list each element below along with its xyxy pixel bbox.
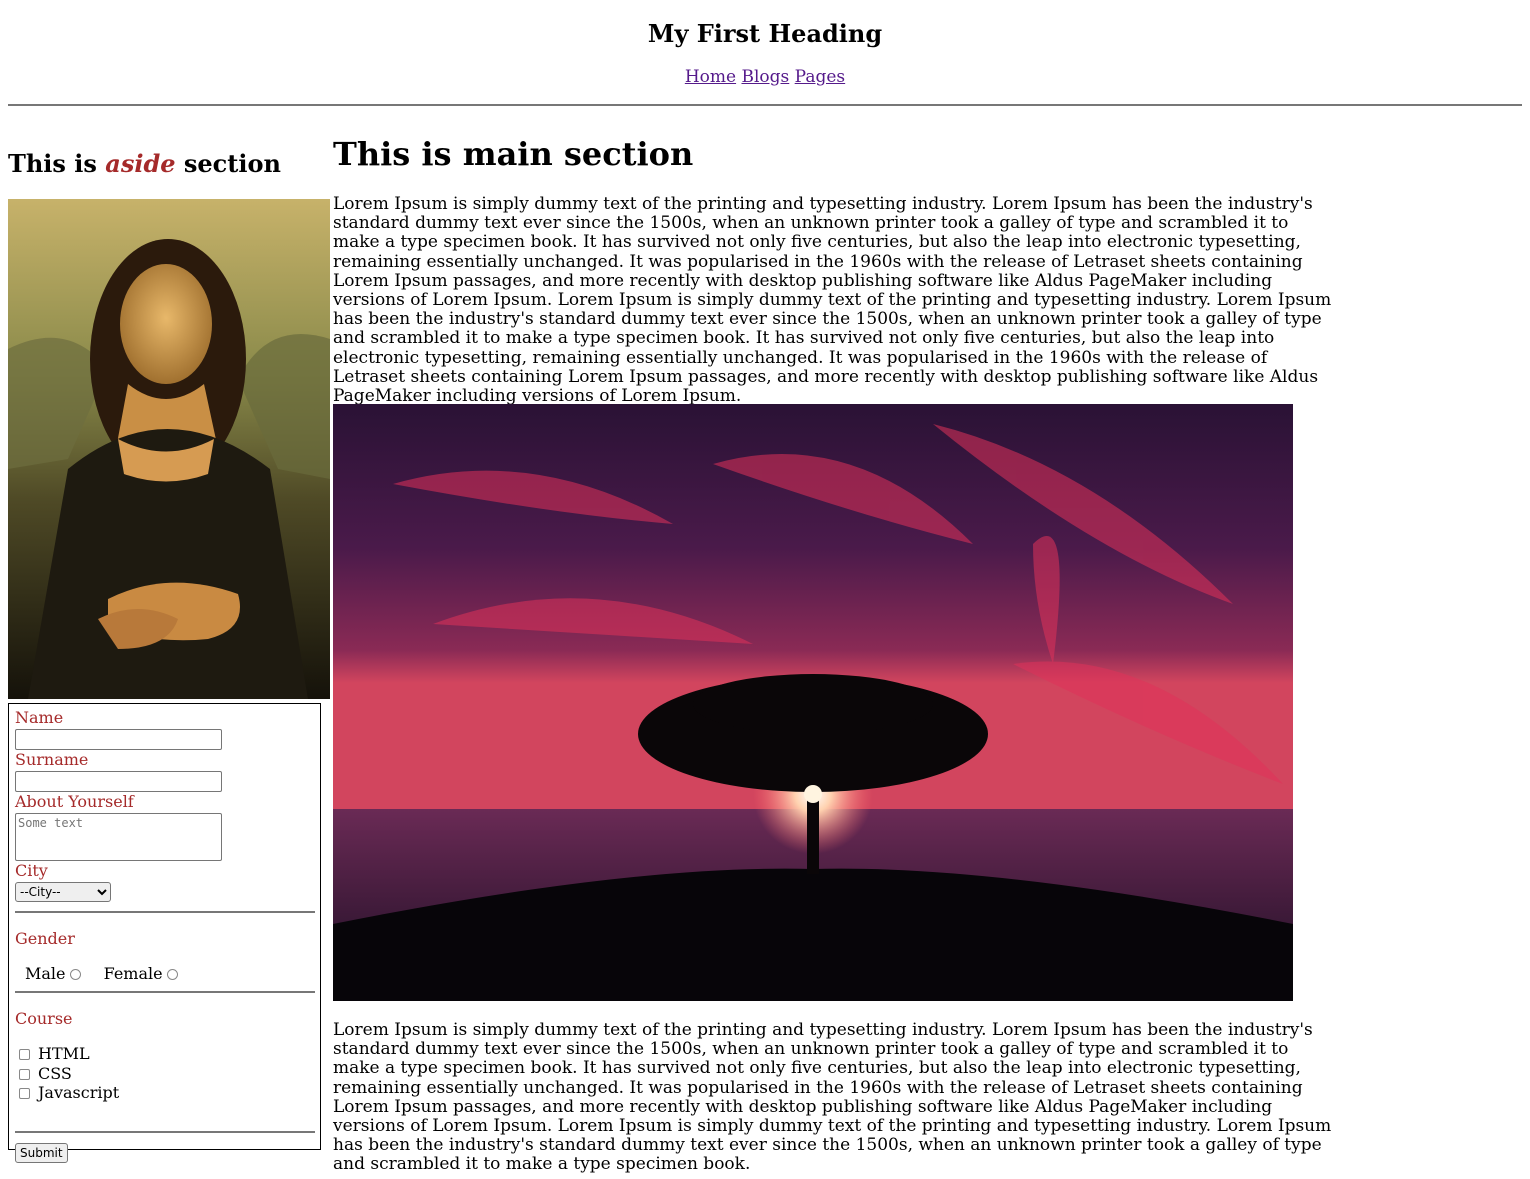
main-section: This is main section Lorem Ipsum is simp… (333, 130, 1338, 1174)
city-select[interactable]: --City-- (15, 882, 111, 902)
aside-heading-prefix: This is (8, 149, 106, 178)
name-label: Name (15, 708, 64, 727)
course-options: HTML CSS Javascript (15, 1044, 314, 1103)
nav-link-home[interactable]: Home (685, 67, 736, 87)
form-divider (15, 991, 315, 993)
gender-female-label: Female (103, 964, 163, 983)
course-css-label: CSS (38, 1063, 72, 1083)
course-label: Course (15, 1009, 73, 1028)
course-html-checkbox[interactable] (19, 1049, 30, 1060)
course-css-checkbox[interactable] (19, 1068, 30, 1080)
mona-lisa-image (8, 199, 330, 699)
course-javascript-checkbox[interactable] (19, 1088, 30, 1099)
main-paragraph-2: Lorem Ipsum is simply dummy text of the … (333, 1020, 1332, 1175)
gender-male-radio[interactable] (69, 969, 81, 980)
header-divider (8, 104, 1522, 106)
page-title: My First Heading (647, 19, 883, 48)
aside-heading-suffix: section (175, 149, 281, 178)
surname-label: Surname (15, 750, 89, 769)
about-textarea[interactable] (15, 813, 222, 861)
aside-section: This is aside section Name Surname About… (8, 145, 330, 1163)
page-header: My First Heading Home Blogs Pages (0, 0, 1530, 88)
surname-input[interactable] (15, 771, 222, 792)
course-javascript-label: Javascript (38, 1083, 120, 1102)
about-label: About Yourself (15, 792, 134, 811)
gender-label: Gender (15, 929, 75, 948)
submit-button[interactable]: Submit (15, 1142, 68, 1163)
form-divider (15, 911, 315, 913)
gender-options: Male Female (15, 964, 314, 984)
main-heading: This is main section (333, 135, 694, 173)
nav-link-pages[interactable]: Pages (795, 67, 845, 87)
course-item-css: CSS (15, 1064, 314, 1084)
signup-form: Name Surname About Yourself City --City-… (8, 703, 321, 1163)
course-item-javascript: Javascript (15, 1083, 314, 1103)
form-divider (15, 1130, 315, 1133)
course-html-label: HTML (38, 1044, 90, 1063)
aside-heading: This is aside section (8, 145, 330, 183)
gender-male-label: Male (25, 964, 66, 983)
main-nav: Home Blogs Pages (0, 66, 1530, 88)
city-label: City (15, 861, 48, 880)
name-input[interactable] (15, 729, 222, 750)
gender-female-radio[interactable] (166, 969, 178, 980)
sunset-tree-image (333, 404, 1293, 1001)
course-item-html: HTML (15, 1044, 314, 1064)
nav-link-blogs[interactable]: Blogs (741, 67, 789, 87)
aside-heading-emphasis: aside (105, 149, 176, 178)
main-paragraph-1: Lorem Ipsum is simply dummy text of the … (333, 194, 1332, 407)
submit-row: Submit (15, 1142, 314, 1163)
